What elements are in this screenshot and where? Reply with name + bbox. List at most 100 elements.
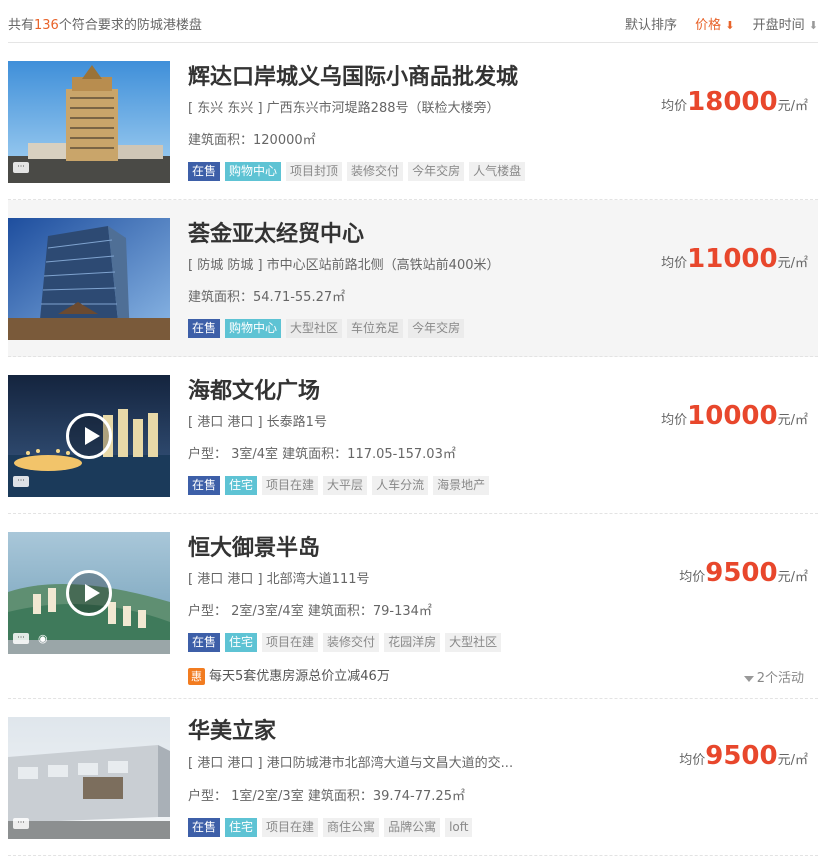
sort-default[interactable]: 默认排序 xyxy=(625,18,677,33)
price-prefix: 均价 xyxy=(661,99,688,114)
type-badge: 住宅 xyxy=(225,633,258,652)
price-unit: 元/㎡ xyxy=(777,99,808,114)
sort-open-time[interactable]: 开盘时间 ⬇ xyxy=(753,18,818,33)
feature-tag: 项目在建 xyxy=(262,818,319,837)
sort-arrow-icon: ⬇ xyxy=(725,19,735,32)
listing-spec: 户型： 1室/2室/3室 建筑面积：39.74-77.25㎡ xyxy=(188,789,465,804)
listing-price: 均价9500元/㎡ xyxy=(679,558,808,588)
feature-tag: 大平层 xyxy=(323,476,368,495)
status-badge: 在售 xyxy=(188,319,221,338)
listing-price: 均价11000元/㎡ xyxy=(661,244,808,274)
listing-address: [ 港口 港口 ] 港口防城港市北部湾大道与文昌大道的交... xyxy=(188,756,514,771)
feature-tag: 项目在建 xyxy=(262,476,319,495)
discount-icon: 惠 xyxy=(188,668,205,685)
sort-options: 默认排序 价格 ⬇ 开盘时间 ⬇ xyxy=(611,14,818,33)
result-count: 共有136个符合要求的防城港楼盘 xyxy=(8,14,202,33)
listing-price: 均价18000元/㎡ xyxy=(661,87,808,117)
chat-bubble-icon[interactable]: ··· xyxy=(13,476,29,487)
price-unit: 元/㎡ xyxy=(777,570,808,585)
feature-tag: 今年交房 xyxy=(408,162,465,181)
price-value: 10000 xyxy=(687,401,778,431)
listing-address: [ 防城 防城 ] 市中心区站前路北侧（高铁站前400米） xyxy=(188,258,500,273)
promo-text: 每天5套优惠房源总价立减46万 xyxy=(209,669,390,684)
price-value: 9500 xyxy=(705,558,778,588)
listing-tags: 在售 购物中心 项目封顶 装修交付 今年交房 人气楼盘 xyxy=(188,162,530,181)
listing-item[interactable]: 荟金亚太经贸中心 [ 防城 防城 ] 市中心区站前路北侧（高铁站前400米） 建… xyxy=(8,200,818,357)
price-unit: 元/㎡ xyxy=(777,413,808,428)
price-value: 18000 xyxy=(687,87,778,117)
listing-tags: 在售 住宅 项目在建 大平层 人车分流 海景地产 xyxy=(188,476,494,495)
price-prefix: 均价 xyxy=(661,256,688,271)
status-badge: 在售 xyxy=(188,476,221,495)
sort-arrow-icon: ⬇ xyxy=(808,19,818,32)
price-prefix: 均价 xyxy=(661,413,688,428)
feature-tag: 海景地产 xyxy=(433,476,490,495)
listing-item[interactable]: ··· ◉ 恒大御景半岛 [ 港口 港口 ] 北部湾大道111号 户型： 2室/… xyxy=(8,514,818,699)
sort-price[interactable]: 价格 ⬇ xyxy=(695,18,734,33)
feature-tag: 装修交付 xyxy=(323,633,380,652)
listing-spec: 户型： 2室/3室/4室 建筑面积：79-134㎡ xyxy=(188,604,432,619)
type-badge: 购物中心 xyxy=(225,162,282,181)
listing-title[interactable]: 海都文化广场 xyxy=(188,373,320,405)
price-prefix: 均价 xyxy=(679,753,706,768)
listing-item[interactable]: ··· 华美立家 [ 港口 港口 ] 港口防城港市北部湾大道与文昌大道的交...… xyxy=(8,699,818,856)
feature-tag: 花园洋房 xyxy=(384,633,441,652)
vr-icon[interactable]: ◉ xyxy=(38,632,54,646)
chat-bubble-icon[interactable]: ··· xyxy=(13,818,29,829)
promo-line[interactable]: 惠每天5套优惠房源总价立减46万 xyxy=(188,665,390,685)
results-header: 共有136个符合要求的防城港楼盘 默认排序 价格 ⬇ 开盘时间 ⬇ xyxy=(8,0,818,43)
feature-tag: 商住公寓 xyxy=(323,818,380,837)
listing-photo[interactable]: ··· xyxy=(8,61,170,183)
count-prefix: 共有 xyxy=(8,18,35,33)
chevron-down-icon xyxy=(743,675,754,682)
listing-item[interactable]: ··· 辉达口岸城义乌国际小商品批发城 [ 东兴 东兴 ] 广西东兴市河堤路28… xyxy=(8,43,818,200)
feature-tag: 人车分流 xyxy=(372,476,429,495)
count-suffix: 个符合要求的防城港楼盘 xyxy=(58,18,202,33)
listing-title[interactable]: 辉达口岸城义乌国际小商品批发城 xyxy=(188,59,518,91)
listing-item[interactable]: ··· 海都文化广场 [ 港口 港口 ] 长泰路1号 户型： 3室/4室 建筑面… xyxy=(8,357,818,514)
activities-toggle[interactable]: 2个活动 xyxy=(743,667,804,686)
feature-tag: loft xyxy=(445,818,473,837)
listing-price: 均价10000元/㎡ xyxy=(661,401,808,431)
listing-address: [ 港口 港口 ] 北部湾大道111号 xyxy=(188,572,370,587)
listing-spec: 建筑面积：54.71-55.27㎡ xyxy=(188,290,346,305)
price-prefix: 均价 xyxy=(679,570,706,585)
status-badge: 在售 xyxy=(188,818,221,837)
feature-tag: 装修交付 xyxy=(347,162,404,181)
listing-address: [ 东兴 东兴 ] 广西东兴市河堤路288号（联检大楼旁） xyxy=(188,101,500,116)
chat-bubble-icon[interactable]: ··· xyxy=(13,633,29,644)
listing-photo[interactable]: ··· ◉ xyxy=(8,532,170,654)
listing-photo[interactable] xyxy=(8,218,170,340)
feature-tag: 大型社区 xyxy=(286,319,343,338)
listing-tags: 在售 住宅 项目在建 商住公寓 品牌公寓 loft xyxy=(188,818,477,837)
type-badge: 住宅 xyxy=(225,476,258,495)
price-value: 9500 xyxy=(705,741,778,771)
listing-address: [ 港口 港口 ] 长泰路1号 xyxy=(188,415,327,430)
listing-title[interactable]: 荟金亚太经贸中心 xyxy=(188,216,364,248)
feature-tag: 品牌公寓 xyxy=(384,818,441,837)
play-icon[interactable] xyxy=(66,570,112,616)
sort-price-label: 价格 xyxy=(695,18,722,33)
listing-title[interactable]: 恒大御景半岛 xyxy=(188,530,320,562)
type-badge: 住宅 xyxy=(225,818,258,837)
feature-tag: 项目在建 xyxy=(262,633,319,652)
feature-tag: 车位充足 xyxy=(347,319,404,338)
price-value: 11000 xyxy=(687,244,778,274)
feature-tag: 项目封顶 xyxy=(286,162,343,181)
play-icon[interactable] xyxy=(66,413,112,459)
chat-bubble-icon[interactable]: ··· xyxy=(13,162,29,173)
listing-photo[interactable]: ··· xyxy=(8,375,170,497)
count-number: 136 xyxy=(34,18,59,33)
listing-title[interactable]: 华美立家 xyxy=(188,713,276,745)
activities-label: 2个活动 xyxy=(756,671,804,686)
feature-tag: 人气楼盘 xyxy=(469,162,526,181)
status-badge: 在售 xyxy=(188,633,221,652)
feature-tag: 今年交房 xyxy=(408,319,465,338)
listing-tags: 在售 住宅 项目在建 装修交付 花园洋房 大型社区 xyxy=(188,633,506,652)
listing-photo[interactable]: ··· xyxy=(8,717,170,839)
price-unit: 元/㎡ xyxy=(777,256,808,271)
listing-spec: 户型： 3室/4室 建筑面积：117.05-157.03㎡ xyxy=(188,447,456,462)
sort-open-label: 开盘时间 xyxy=(752,18,805,33)
listing-spec: 建筑面积：120000㎡ xyxy=(188,133,316,148)
type-badge: 购物中心 xyxy=(225,319,282,338)
